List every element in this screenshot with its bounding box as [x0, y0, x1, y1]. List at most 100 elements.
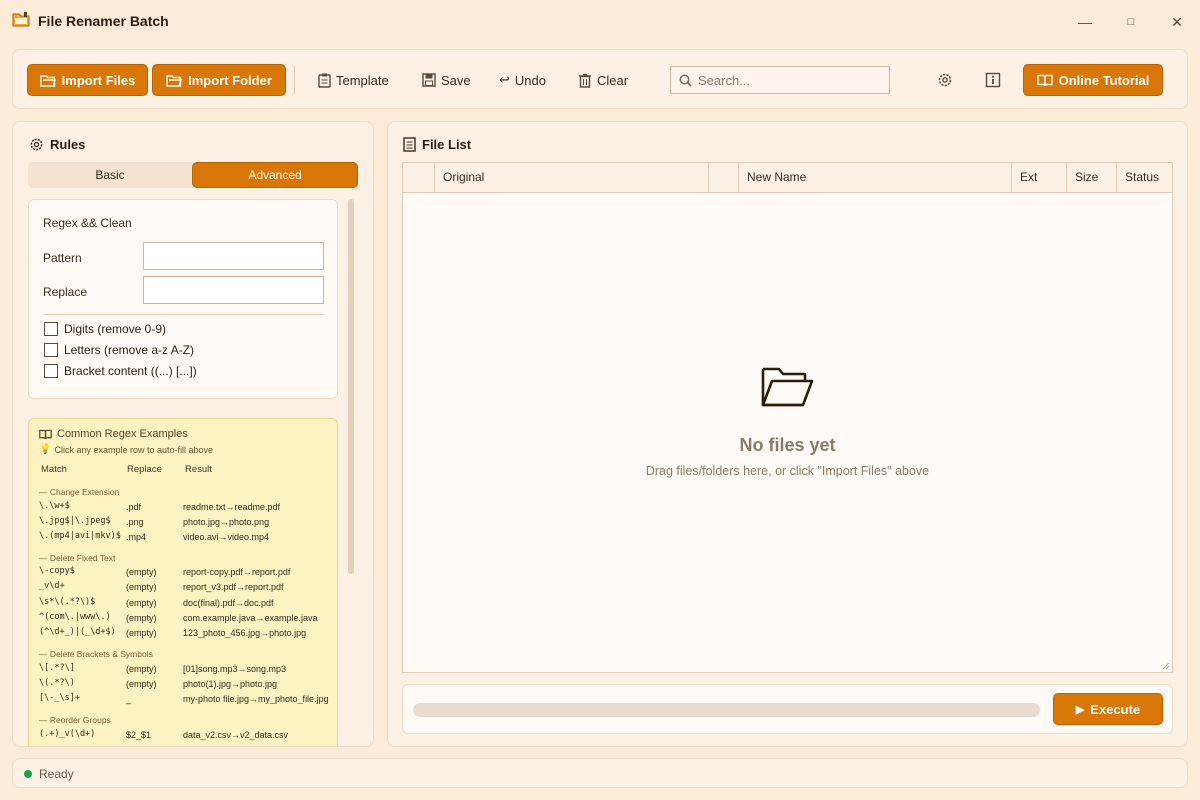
- resize-grip-icon[interactable]: [1162, 662, 1170, 670]
- col-replace-header: Replace: [127, 464, 162, 475]
- file-table-header: Original New Name Ext Size Status: [403, 163, 1172, 193]
- col-original-header[interactable]: Original: [434, 163, 708, 192]
- floppy-disk-icon: [422, 73, 436, 87]
- gear-icon: [938, 73, 952, 87]
- example-replace[interactable]: $2_$1: [126, 730, 151, 740]
- example-match[interactable]: \s*\(.*?\)$: [39, 597, 95, 607]
- lightbulb-icon: 💡: [39, 444, 52, 455]
- template-button[interactable]: Template: [318, 70, 389, 90]
- example-result[interactable]: com.example.java→example.java: [183, 613, 329, 623]
- file-table[interactable]: Original New Name Ext Size Status No fil…: [402, 162, 1173, 673]
- bracket-checkbox[interactable]: [44, 364, 58, 378]
- clear-button[interactable]: Clear: [578, 70, 628, 90]
- example-match[interactable]: \.jpg$|\.jpeg$: [39, 516, 111, 526]
- regex-examples-title-label: Common Regex Examples: [57, 428, 188, 440]
- undo-button[interactable]: ↩ Undo: [499, 70, 546, 90]
- example-match[interactable]: (.+)_v(\d+): [39, 729, 95, 739]
- clipboard-icon: [318, 73, 331, 88]
- rules-scrollbar[interactable]: [348, 199, 354, 574]
- settings-button[interactable]: [935, 70, 955, 90]
- example-result[interactable]: my-photo file.jpg→my_photo_file.jpg: [183, 694, 329, 704]
- online-tutorial-button[interactable]: Online Tutorial: [1023, 64, 1163, 96]
- example-replace[interactable]: (empty): [126, 582, 157, 592]
- col-size-header[interactable]: Size: [1066, 163, 1116, 192]
- example-result[interactable]: 123_photo_456.jpg→photo.jpg: [183, 628, 306, 638]
- example-result[interactable]: video.avi→video.mp4: [183, 532, 269, 542]
- close-button[interactable]: ✕: [1167, 12, 1187, 32]
- example-match[interactable]: (^\d+_)|(_\d+$): [39, 627, 116, 637]
- example-result[interactable]: report_v3.pdf→report.pdf: [183, 582, 284, 592]
- tab-basic[interactable]: Basic: [28, 162, 192, 188]
- regex-examples-box: Common Regex Examples 💡 Click any exampl…: [28, 418, 338, 746]
- replace-label: Replace: [43, 285, 88, 299]
- trash-icon: [579, 73, 591, 88]
- section-delete-fixed-text: — Delete Fixed Text: [39, 553, 116, 563]
- example-result[interactable]: doc(final).pdf→doc.pdf: [183, 598, 274, 608]
- info-button[interactable]: [983, 70, 1003, 90]
- example-result[interactable]: readme.txt→readme.pdf: [183, 502, 280, 512]
- example-replace[interactable]: (empty): [126, 679, 157, 689]
- status-bar: Ready: [12, 758, 1188, 788]
- example-replace[interactable]: (empty): [126, 628, 157, 638]
- status-indicator-dot: [24, 770, 32, 778]
- execute-button[interactable]: ▶ Execute: [1053, 693, 1163, 725]
- template-label: Template: [336, 72, 389, 88]
- pattern-input[interactable]: [143, 242, 324, 270]
- example-match[interactable]: _v\d+: [39, 581, 65, 591]
- import-folder-button[interactable]: Import Folder: [152, 64, 286, 96]
- rules-heading-label: Rules: [50, 137, 86, 152]
- example-match[interactable]: ^(com\.|www\.): [39, 612, 111, 622]
- example-result[interactable]: data_v2.csv→v2_data.csv: [183, 730, 288, 740]
- col-result-header: Result: [185, 464, 212, 475]
- example-match[interactable]: \[.*?\]: [39, 663, 75, 673]
- example-replace[interactable]: .mp4: [126, 532, 146, 542]
- example-replace[interactable]: .png: [126, 517, 144, 527]
- example-result[interactable]: photo(1).jpg→photo.jpg: [183, 679, 277, 689]
- example-replace[interactable]: (empty): [126, 598, 157, 608]
- example-match[interactable]: \.(mp4|avi|mkv)$: [39, 531, 121, 541]
- example-replace[interactable]: _: [126, 694, 131, 704]
- letters-checkbox-row[interactable]: Letters (remove a-z A-Z): [44, 343, 194, 357]
- example-match[interactable]: \.\w+$: [39, 501, 70, 511]
- section-change-extension: — Change Extension: [39, 487, 120, 497]
- example-replace[interactable]: (empty): [126, 567, 157, 577]
- maximize-button[interactable]: □: [1121, 12, 1141, 32]
- search-input[interactable]: Search...: [670, 66, 890, 94]
- letters-checkbox[interactable]: [44, 343, 58, 357]
- empty-state-title: No files yet: [739, 435, 836, 455]
- example-result[interactable]: report-copy.pdf→report.pdf: [183, 567, 290, 577]
- online-tutorial-label: Online Tutorial: [1058, 72, 1150, 88]
- col-arrow-header: [708, 163, 738, 192]
- col-match-header: Match: [41, 464, 67, 475]
- search-icon: [679, 74, 692, 87]
- folder-open-icon: [166, 74, 183, 87]
- digits-checkbox-label: Digits (remove 0-9): [64, 322, 167, 336]
- example-result[interactable]: photo.jpg→photo.png: [183, 517, 269, 527]
- example-replace[interactable]: (empty): [126, 664, 157, 674]
- digits-checkbox[interactable]: [44, 322, 58, 336]
- example-match[interactable]: \-copy$: [39, 566, 75, 576]
- digits-checkbox-row[interactable]: Digits (remove 0-9): [44, 322, 166, 336]
- example-result[interactable]: [01]song.mp3→song.mp3: [183, 664, 286, 674]
- col-status-header[interactable]: Status: [1116, 163, 1172, 192]
- example-match[interactable]: \(.*?\): [39, 678, 75, 688]
- bracket-checkbox-row[interactable]: Bracket content ((...) [...]): [44, 364, 197, 378]
- col-ext-header[interactable]: Ext: [1011, 163, 1066, 192]
- gear-icon: [30, 138, 43, 151]
- progress-bar: [413, 703, 1040, 717]
- tab-advanced[interactable]: Advanced: [192, 162, 358, 188]
- bracket-checkbox-label: Bracket content ((...) [...]): [64, 364, 197, 378]
- example-replace[interactable]: (empty): [126, 613, 157, 623]
- regex-examples-title: Common Regex Examples: [39, 428, 188, 440]
- col-new-name-header[interactable]: New Name: [738, 163, 1011, 192]
- minimize-button[interactable]: —: [1075, 12, 1095, 32]
- undo-label: Undo: [514, 72, 546, 88]
- example-replace[interactable]: .pdf: [126, 502, 141, 512]
- app-folder-icon: [12, 12, 30, 27]
- example-match[interactable]: [\-_\s]+: [39, 693, 80, 703]
- regex-examples-hint: 💡 Click any example row to auto-fill abo…: [39, 444, 213, 455]
- save-button[interactable]: Save: [422, 70, 471, 90]
- import-files-button[interactable]: Import Files: [27, 64, 148, 96]
- col-select-header[interactable]: [403, 163, 435, 192]
- replace-input[interactable]: [143, 276, 324, 304]
